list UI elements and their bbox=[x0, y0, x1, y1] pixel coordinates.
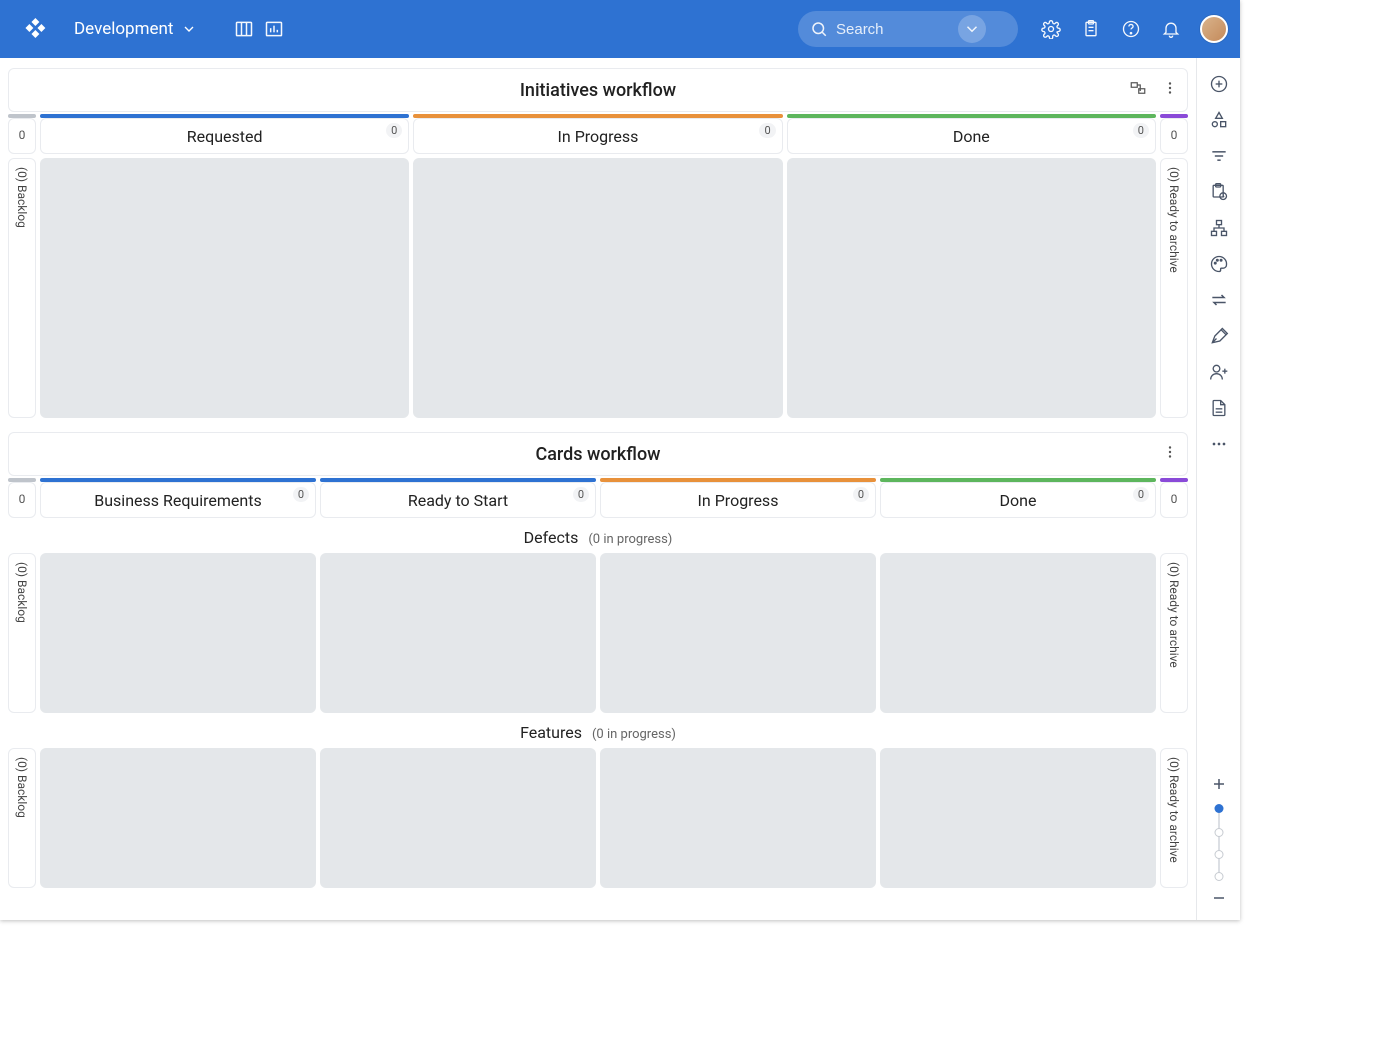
dropzone-done[interactable] bbox=[787, 158, 1156, 418]
topbar: Development bbox=[0, 0, 1240, 58]
column-header-ready-to-start[interactable]: Ready to Start0 bbox=[320, 482, 596, 518]
workflow-title: Initiatives workflow bbox=[520, 80, 676, 101]
search-scope-dropdown[interactable] bbox=[958, 15, 986, 43]
rail-page-icon[interactable] bbox=[1207, 396, 1231, 420]
column-header-requested[interactable]: Requested0 bbox=[40, 118, 409, 154]
rail-design-icon[interactable] bbox=[1207, 324, 1231, 348]
zoom-out-icon[interactable] bbox=[1207, 886, 1231, 910]
archive-lane[interactable]: (0) Ready to archive bbox=[1160, 553, 1188, 713]
right-rail bbox=[1196, 58, 1240, 920]
dropzone-requested[interactable] bbox=[40, 158, 409, 418]
swimlane-title-defects[interactable]: Defects (0 in progress) bbox=[8, 528, 1188, 547]
column-headers-row: 0 Requested0 In Progress0 Done0 0 bbox=[8, 118, 1188, 154]
search-icon bbox=[810, 20, 828, 38]
dropzone[interactable] bbox=[600, 748, 876, 888]
archive-header[interactable]: 0 bbox=[1160, 482, 1188, 518]
rail-invite-icon[interactable] bbox=[1207, 360, 1231, 384]
workflow-title: Cards workflow bbox=[535, 444, 660, 465]
board-canvas: Initiatives workflow 0 Requested0 In Pro… bbox=[0, 58, 1196, 920]
help-icon[interactable] bbox=[1120, 18, 1142, 40]
app-logo-icon[interactable] bbox=[22, 17, 46, 41]
column-header-in-progress[interactable]: In Progress0 bbox=[413, 118, 782, 154]
backlog-lane[interactable]: (0) Backlog bbox=[8, 158, 36, 418]
backlog-header[interactable]: 0 bbox=[8, 118, 36, 154]
dropzone[interactable] bbox=[880, 553, 1156, 713]
dropzone[interactable] bbox=[320, 748, 596, 888]
backlog-lane[interactable]: (0) Backlog bbox=[8, 553, 36, 713]
rail-swap-icon[interactable] bbox=[1207, 288, 1231, 312]
workflow-header-initiatives: Initiatives workflow bbox=[8, 68, 1188, 112]
topbar-right-icons bbox=[1040, 15, 1228, 43]
chevron-down-icon bbox=[181, 21, 197, 37]
clipboard-icon[interactable] bbox=[1080, 18, 1102, 40]
dropzones-row: (0) Backlog (0) Ready to archive bbox=[8, 158, 1188, 418]
zoom-tick bbox=[1214, 828, 1223, 837]
zoom-level-current bbox=[1214, 804, 1223, 813]
workflow-more-icon[interactable] bbox=[1161, 79, 1179, 101]
dropzone[interactable] bbox=[40, 553, 316, 713]
board-view-icon[interactable] bbox=[233, 18, 255, 40]
archive-lane[interactable]: (0) Ready to archive bbox=[1160, 158, 1188, 418]
column-header-done[interactable]: Done0 bbox=[880, 482, 1156, 518]
backlog-header[interactable]: 0 bbox=[8, 482, 36, 518]
app-root: Development bbox=[0, 0, 1240, 920]
zoom-in-icon[interactable] bbox=[1207, 772, 1231, 796]
swimlane-title-features[interactable]: Features (0 in progress) bbox=[8, 723, 1188, 742]
rail-add-icon[interactable] bbox=[1207, 72, 1231, 96]
zoom-tick bbox=[1214, 872, 1223, 881]
rail-hierarchy-icon[interactable] bbox=[1207, 216, 1231, 240]
workflow-more-icon[interactable] bbox=[1161, 443, 1179, 465]
dropzones-row-features: (0) Backlog (0) Ready to archive bbox=[8, 748, 1188, 888]
dropzone-in-progress[interactable] bbox=[413, 158, 782, 418]
dropzone[interactable] bbox=[320, 553, 596, 713]
workspace-picker[interactable]: Development bbox=[64, 13, 207, 45]
search-input[interactable] bbox=[828, 21, 958, 38]
settings-icon[interactable] bbox=[1040, 18, 1062, 40]
column-headers-row: 0 Business Requirements0 Ready to Start0… bbox=[8, 482, 1188, 518]
column-header-done[interactable]: Done0 bbox=[787, 118, 1156, 154]
workflow-map-icon[interactable] bbox=[1129, 79, 1147, 101]
dropzone[interactable] bbox=[600, 553, 876, 713]
notifications-icon[interactable] bbox=[1160, 18, 1182, 40]
backlog-lane[interactable]: (0) Backlog bbox=[8, 748, 36, 888]
search-box[interactable] bbox=[798, 11, 1018, 47]
rail-filter-icon[interactable] bbox=[1207, 144, 1231, 168]
column-header-in-progress[interactable]: In Progress0 bbox=[600, 482, 876, 518]
zoom-control bbox=[1207, 772, 1231, 910]
dropzone[interactable] bbox=[40, 748, 316, 888]
archive-lane[interactable]: (0) Ready to archive bbox=[1160, 748, 1188, 888]
rail-more-icon[interactable] bbox=[1207, 432, 1231, 456]
rail-palette-icon[interactable] bbox=[1207, 252, 1231, 276]
chevron-down-icon bbox=[963, 20, 981, 38]
workspace-name: Development bbox=[74, 19, 173, 39]
rail-shapes-icon[interactable] bbox=[1207, 108, 1231, 132]
zoom-tick bbox=[1214, 850, 1223, 859]
archive-header[interactable]: 0 bbox=[1160, 118, 1188, 154]
dropzones-row-defects: (0) Backlog (0) Ready to archive bbox=[8, 553, 1188, 713]
zoom-slider[interactable] bbox=[1218, 806, 1220, 876]
rail-clipboard-clock-icon[interactable] bbox=[1207, 180, 1231, 204]
column-header-business-requirements[interactable]: Business Requirements0 bbox=[40, 482, 316, 518]
analytics-view-icon[interactable] bbox=[263, 18, 285, 40]
dropzone[interactable] bbox=[880, 748, 1156, 888]
user-avatar[interactable] bbox=[1200, 15, 1228, 43]
workflow-header-cards: Cards workflow bbox=[8, 432, 1188, 476]
